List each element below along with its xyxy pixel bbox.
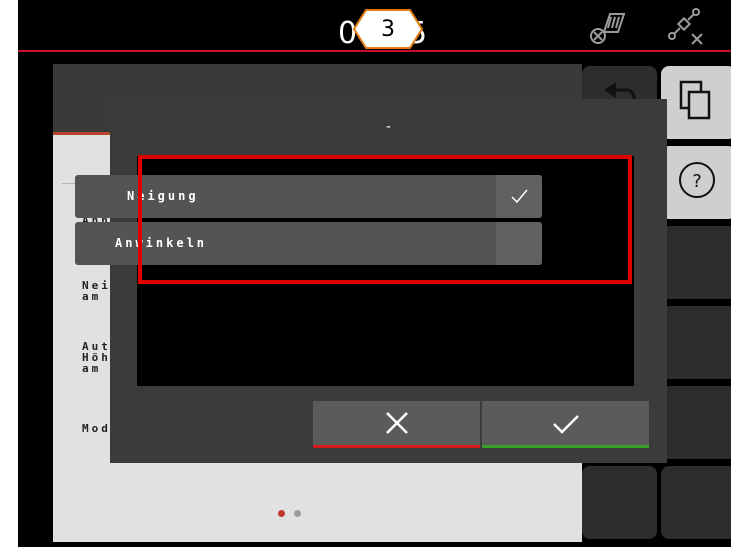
cancel-button[interactable]	[313, 401, 480, 448]
softkey-blank[interactable]	[661, 466, 731, 539]
callout-number: 3	[381, 17, 395, 42]
background-setting-label: Mod	[82, 423, 111, 434]
implement-icon	[584, 6, 628, 50]
background-setting-label: Aut Höh am	[82, 341, 111, 374]
cancel-x-icon	[386, 412, 408, 434]
softkey-blank[interactable]	[582, 466, 657, 539]
page-indicator-dot-active	[278, 510, 285, 517]
gps-off-icon	[664, 6, 708, 50]
confirm-check-icon	[553, 415, 579, 434]
copy-icon	[679, 80, 711, 120]
setting-label-line: Mod	[82, 422, 111, 435]
copy-button[interactable]	[661, 66, 731, 139]
svg-text:?: ?	[692, 171, 702, 192]
confirm-button[interactable]	[482, 401, 649, 448]
softkey-blank[interactable]	[661, 306, 731, 379]
callout-marker: 3	[352, 6, 424, 52]
setting-label-line: am	[82, 290, 102, 303]
highlight-frame	[138, 155, 632, 284]
help-icon: ?	[679, 162, 715, 198]
softkey-blank[interactable]	[661, 226, 731, 299]
background-setting-label: Nei am	[82, 280, 111, 302]
page-indicator-dot	[294, 510, 301, 517]
terminal-screen: 0 5 3	[18, 0, 731, 547]
help-button[interactable]: ?	[661, 146, 731, 219]
setting-label-line: am	[82, 362, 102, 375]
dialog-title: -	[384, 119, 393, 135]
softkey-blank[interactable]	[661, 386, 731, 459]
status-bar: 0 5 3	[18, 0, 731, 52]
